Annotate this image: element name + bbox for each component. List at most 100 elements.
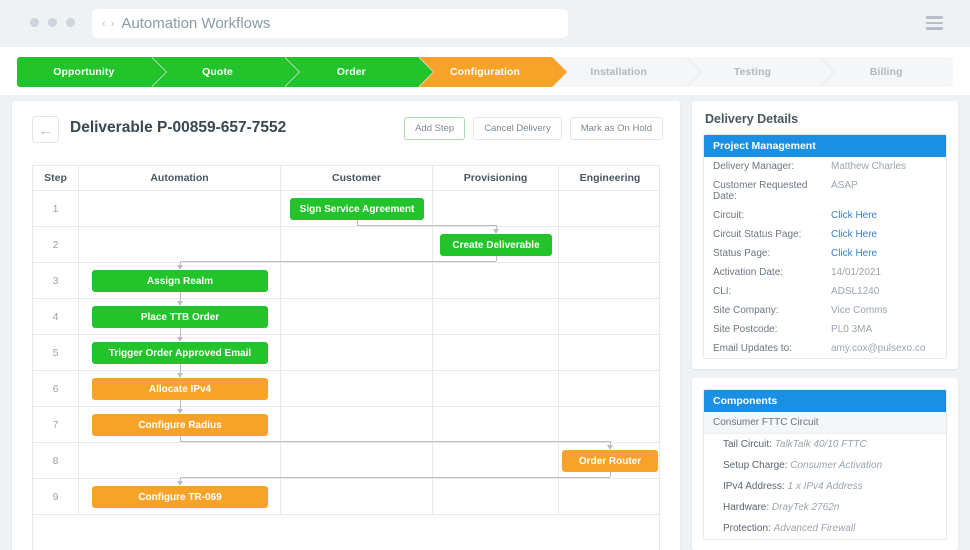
workflow-node-create-deliverable[interactable]: Create Deliverable	[440, 234, 552, 256]
detail-value: ADSL1240	[831, 286, 880, 297]
grid-cell-engineering	[559, 299, 661, 335]
workflow-node-allocate-ipv4[interactable]: Allocate IPv4	[92, 378, 268, 400]
pipeline-stage-quote[interactable]: Quote	[150, 57, 301, 87]
grid-cell-provisioning	[433, 443, 559, 479]
workflow-node-trigger-order-approved-email[interactable]: Trigger Order Approved Email	[92, 342, 268, 364]
address-bar[interactable]: ‹ › Automation Workflows	[92, 9, 568, 38]
component-row: Tail Circuit: TalkTalk 40/10 FTTC	[704, 434, 946, 455]
stage-chevron-icon	[685, 57, 701, 87]
grid-cell-engineering	[559, 191, 661, 227]
grid-cell-provisioning	[433, 371, 559, 407]
grid-cell-automation	[79, 191, 281, 227]
window-dot-close[interactable]	[30, 18, 39, 27]
detail-label: Email Updates to:	[713, 343, 792, 354]
detail-row: Email Updates to: amy.cox@pulsexo.co	[704, 339, 946, 358]
component-value: TalkTalk 40/10 FTTC	[774, 439, 867, 450]
window-dot-maximize[interactable]	[66, 18, 75, 27]
component-label: Protection:	[723, 523, 774, 534]
detail-row: CLI: ADSL1240	[704, 282, 946, 301]
pipeline-stage-configuration[interactable]: Configuration	[418, 57, 568, 87]
detail-link[interactable]: Click Here	[831, 229, 877, 240]
detail-row: Activation Date: 14/01/2021	[704, 263, 946, 282]
components-subtitle: Consumer FTTC Circuit	[704, 412, 946, 434]
detail-link[interactable]: Click Here	[831, 210, 877, 221]
window-dot-minimize[interactable]	[48, 18, 57, 27]
pipeline-stage-opportunity[interactable]: Opportunity	[17, 57, 167, 87]
component-label: Setup Charge:	[723, 460, 791, 471]
workflow-grid-body: 123456789 Sign Service Agreement Create D…	[33, 191, 661, 550]
add-step-button[interactable]: Add Step	[404, 117, 466, 140]
step-number-cell: 6	[33, 371, 79, 407]
workflow-grid-header: Step Automation Customer Provisioning Engine…	[33, 166, 659, 191]
workflow-node-place-ttb-order[interactable]: Place TTB Order	[92, 306, 268, 328]
grid-cell-engineering	[559, 371, 661, 407]
detail-link[interactable]: Click Here	[831, 248, 877, 259]
pipeline-stage-label: Quote	[202, 66, 233, 78]
nav-arrows-icon[interactable]: ‹ ›	[102, 18, 115, 30]
deliverable-card: ← Deliverable P-00859-657-7552 Add Step C…	[12, 101, 680, 550]
detail-label: Site Company:	[713, 305, 779, 316]
pipeline-stage-testing[interactable]: Testing	[686, 57, 836, 87]
workflow-node-order-router[interactable]: Order Router	[562, 450, 658, 472]
pipeline-stages: Opportunity Quote Order Configuration Instal…	[17, 57, 953, 87]
detail-label: CLI:	[713, 286, 732, 297]
pipeline-stage-label: Order	[336, 66, 366, 78]
stage-chevron-icon	[284, 57, 300, 87]
component-row: Setup Charge: Consumer Activation	[704, 455, 946, 476]
header-action-buttons: Add Step Cancel Delivery Mark as On Hold	[404, 117, 663, 140]
cancel-delivery-button[interactable]: Cancel Delivery	[473, 117, 562, 140]
detail-row: Customer Requested Date: ASAP	[704, 176, 946, 206]
detail-label: Circuit Status Page:	[713, 229, 802, 240]
stage-chevron-icon	[150, 57, 166, 87]
pipeline-stage-installation[interactable]: Installation	[552, 57, 702, 87]
back-arrow-icon[interactable]: ←	[32, 116, 59, 143]
grid-cell-provisioning	[433, 407, 559, 443]
delivery-details-panel: Delivery Details Project Management Deli…	[692, 101, 958, 369]
step-number-cell: 5	[33, 335, 79, 371]
workflow-node-assign-realm[interactable]: Assign Realm	[92, 270, 268, 292]
grid-cell-automation	[79, 443, 281, 479]
pipeline-stage-billing[interactable]: Billing	[819, 57, 953, 87]
workflow-node-configure-tr-069[interactable]: Configure TR-069	[92, 486, 268, 508]
project-management-section: Project Management Delivery Manager: Matt…	[703, 134, 947, 359]
detail-label: Site Postcode:	[713, 324, 778, 335]
pipeline-bar: Opportunity Quote Order Configuration Instal…	[0, 47, 970, 95]
deliverable-header: ← Deliverable P-00859-657-7552 Add Step C…	[12, 101, 680, 160]
component-label: Hardware:	[723, 502, 772, 513]
column-header-provisioning: Provisioning	[433, 166, 559, 190]
detail-value: Vice Comms	[831, 305, 888, 316]
window-controls	[30, 18, 75, 27]
component-row: IPv4 Address: 1 x IPv4 Address	[704, 476, 946, 497]
components-header: Components	[704, 390, 946, 412]
component-row: Hardware: DrayTek 2762n	[704, 497, 946, 518]
detail-label: Circuit:	[713, 210, 745, 221]
detail-value: amy.cox@pulsexo.co	[831, 343, 926, 354]
components-section: Components Consumer FTTC Circuit Tail Ci…	[703, 389, 947, 540]
detail-row: Circuit Status Page: Click Here	[704, 225, 946, 244]
components-panel: Components Consumer FTTC Circuit Tail Ci…	[692, 378, 958, 550]
stage-chevron-icon	[418, 57, 434, 87]
detail-row: Status Page: Click Here	[704, 244, 946, 263]
stage-chevron-icon	[819, 57, 835, 87]
detail-label: Activation Date:	[713, 267, 784, 278]
grid-cell-engineering	[559, 407, 661, 443]
column-header-automation: Automation	[79, 166, 281, 190]
workflow-grid: Step Automation Customer Provisioning Engine…	[32, 165, 661, 550]
pipeline-stage-label: Testing	[733, 66, 772, 78]
detail-row: Site Postcode: PL0 3MA	[704, 320, 946, 339]
delivery-details-title: Delivery Details	[705, 112, 799, 126]
grid-cell-customer	[281, 263, 433, 299]
workflow-node-sign-service-agreement[interactable]: Sign Service Agreement	[290, 198, 424, 220]
hamburger-icon[interactable]	[926, 16, 943, 30]
detail-value: ASAP	[831, 180, 858, 191]
pipeline-stage-order[interactable]: Order	[284, 57, 435, 87]
address-bar-title: Automation Workflows	[121, 15, 271, 32]
mark-as-on-hold-button[interactable]: Mark as On Hold	[569, 117, 663, 140]
component-value: 1 x IPv4 Address	[787, 481, 863, 492]
component-value: Advanced Firewall	[773, 523, 856, 534]
grid-cell-customer	[281, 371, 433, 407]
workflow-node-configure-radius[interactable]: Configure Radius	[92, 414, 268, 436]
grid-cell-customer	[281, 443, 433, 479]
component-value: Consumer Activation	[790, 460, 883, 471]
app-window: ‹ › Automation Workflows Opportunity Quot…	[0, 0, 970, 550]
